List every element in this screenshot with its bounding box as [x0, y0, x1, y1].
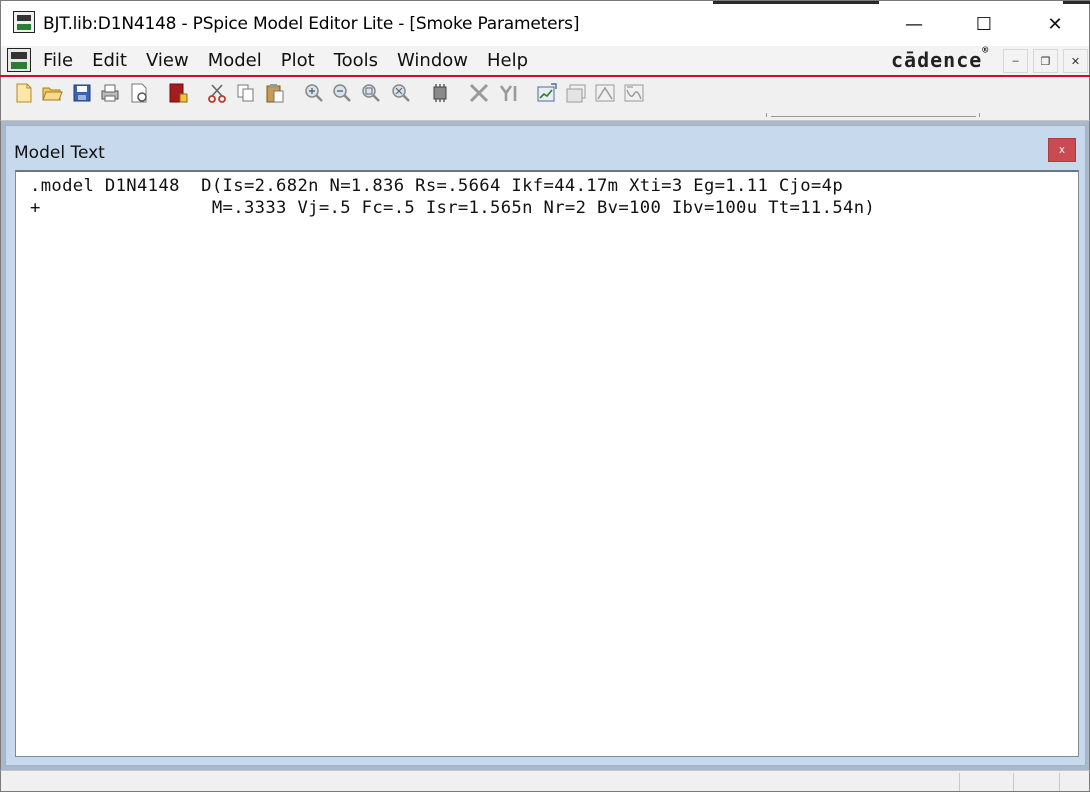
zoom-area-icon[interactable] — [360, 82, 382, 104]
menu-window[interactable]: Window — [397, 50, 468, 71]
menu-view[interactable]: View — [146, 50, 189, 71]
status-cell — [1059, 773, 1060, 791]
title-bar: BJT.lib:D1N4148 - PSpice Model Editor Li… — [0, 0, 1090, 46]
toolbar — [0, 77, 1090, 113]
menu-bar: File Edit View Model Plot Tools Window H… — [0, 45, 1090, 75]
registered-mark: ® — [982, 45, 990, 56]
paste-icon[interactable] — [264, 82, 286, 104]
open-folder-icon[interactable] — [41, 82, 63, 104]
toolbar-separator — [979, 113, 980, 117]
toolbar-separator — [771, 116, 976, 117]
menu-edit[interactable]: Edit — [92, 50, 127, 71]
plot-curve-icon[interactable] — [623, 82, 645, 104]
zoom-in-icon[interactable] — [303, 82, 325, 104]
maximize-button[interactable]: ☐ — [949, 1, 1019, 47]
main-menu: File Edit View Model Plot Tools Window H… — [43, 50, 547, 71]
menu-file[interactable]: File — [43, 50, 73, 71]
save-icon[interactable] — [71, 82, 93, 104]
plot-chart-icon[interactable] — [536, 82, 558, 104]
print-preview-icon[interactable] — [128, 82, 150, 104]
toolbar-separator — [766, 113, 767, 117]
child-window-header: Model Text x — [6, 126, 1085, 168]
copy-icon[interactable] — [235, 82, 257, 104]
document-icon[interactable] — [7, 48, 31, 72]
minimize-button[interactable]: — — [879, 1, 949, 47]
cut-icon[interactable] — [206, 82, 228, 104]
title-strip-decoration — [713, 1, 879, 4]
child-window-title: Model Text — [14, 143, 105, 163]
model-line-2: + M=.3333 Vj=.5 Fc=.5 Isr=1.565n Nr=2 Bv… — [30, 198, 876, 218]
model-line-1: .model D1N4148 D(Is=2.682n N=1.836 Rs=.5… — [30, 176, 844, 196]
model-text-window: Model Text x .model D1N4148 D(Is=2.682n … — [5, 125, 1086, 766]
menu-help[interactable]: Help — [487, 50, 528, 71]
plot-peak-icon[interactable] — [594, 82, 616, 104]
zoom-out-icon[interactable] — [331, 82, 353, 104]
mdi-close-button[interactable]: ✕ — [1063, 49, 1088, 73]
menu-tools[interactable]: Tools — [334, 50, 378, 71]
mdi-client-area: Model Text x .model D1N4148 D(Is=2.682n … — [0, 121, 1090, 770]
toolbar-bottom-strip — [0, 113, 1090, 121]
status-cell — [1013, 773, 1014, 791]
plot-window-icon[interactable] — [565, 82, 587, 104]
mdi-minimize-button[interactable]: – — [1003, 49, 1028, 73]
cadence-logo: cādence® — [891, 45, 990, 72]
status-cell — [959, 773, 960, 791]
menu-model[interactable]: Model — [208, 50, 262, 71]
print-icon[interactable] — [99, 82, 121, 104]
app-icon[interactable] — [13, 11, 35, 33]
brand-text: cādence — [891, 48, 983, 72]
child-close-button[interactable]: x — [1048, 138, 1076, 162]
menu-plot[interactable]: Plot — [281, 50, 315, 71]
new-file-icon[interactable] — [13, 82, 35, 104]
zoom-fit-icon[interactable] — [390, 82, 412, 104]
model-text-editor[interactable]: .model D1N4148 D(Is=2.682n N=1.836 Rs=.5… — [15, 170, 1079, 757]
library-book-icon[interactable] — [167, 82, 189, 104]
mdi-restore-button[interactable]: ❐ — [1033, 49, 1058, 73]
chip-icon[interactable] — [429, 82, 451, 104]
y-axis-icon[interactable] — [498, 82, 520, 104]
close-button[interactable]: ✕ — [1020, 1, 1090, 47]
window-title: BJT.lib:D1N4148 - PSpice Model Editor Li… — [43, 14, 580, 34]
x-axis-icon[interactable] — [468, 82, 490, 104]
status-bar — [0, 770, 1090, 792]
